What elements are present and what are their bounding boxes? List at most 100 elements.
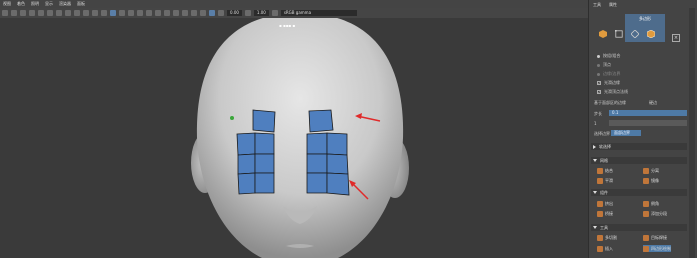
- soft-select-header[interactable]: 软选择: [591, 143, 687, 150]
- bevel-icon: [643, 200, 649, 207]
- option-edge-border[interactable]: 边缘/边界: [597, 71, 620, 77]
- pivot-marker: [230, 116, 234, 120]
- expand-icon: [593, 144, 596, 149]
- gamma-field[interactable]: 1.00: [253, 10, 269, 16]
- gamma-icon: [244, 10, 251, 16]
- component-section-header[interactable]: 组件: [591, 189, 687, 196]
- menu-item-panels[interactable]: 面板: [77, 1, 85, 7]
- bridge-icon: [597, 210, 603, 217]
- add-divisions-button[interactable]: 添加分段: [643, 210, 667, 217]
- collapse-icon: [593, 226, 597, 229]
- menu-item-show[interactable]: 显示: [45, 1, 53, 7]
- wireframe-on-shaded-icon[interactable]: [110, 10, 116, 16]
- step2-label: 1: [594, 121, 597, 126]
- gate-mask-icon[interactable]: [65, 10, 71, 16]
- xray-icon[interactable]: [191, 10, 197, 16]
- smooth-icon: [597, 177, 603, 184]
- insert-loop-icon: [597, 245, 603, 252]
- tab-attributes[interactable]: 属性: [609, 2, 617, 7]
- backface-culling-icon[interactable]: [209, 10, 215, 16]
- face-mode-icon[interactable]: [647, 30, 655, 38]
- collapse-icon: [593, 159, 597, 162]
- quad-draw-button[interactable]: 四边形绘制: [643, 245, 671, 252]
- wireframe-icon[interactable]: [92, 10, 98, 16]
- mirror-button[interactable]: 镜像: [643, 177, 659, 184]
- target-weld-button[interactable]: 目标焊接: [643, 234, 667, 241]
- collapse-icon: [593, 191, 597, 194]
- target-weld-icon: [643, 234, 649, 241]
- exposure-field[interactable]: 0.00: [227, 10, 242, 16]
- exposure-icon: [218, 10, 224, 16]
- step-label: 步长: [594, 111, 602, 116]
- multi-cut-button[interactable]: 多切割: [597, 234, 617, 241]
- viewport-hud-text: ▪ ▪▪▪ ▪: [279, 23, 296, 28]
- option-smooth-edge[interactable]: ✓ 光滑边缘: [597, 80, 620, 86]
- film-gate-icon[interactable]: [47, 10, 53, 16]
- extrude-button[interactable]: 挤出: [597, 200, 613, 207]
- motion-blur-icon[interactable]: [155, 10, 161, 16]
- color-space-select[interactable]: sRGB gamma: [280, 10, 357, 16]
- head-model: [191, 18, 409, 258]
- edge-mode-icon[interactable]: [631, 30, 639, 38]
- step2-field[interactable]: [609, 120, 687, 126]
- radio-icon: [597, 54, 600, 58]
- bridge-button[interactable]: 桥接: [597, 210, 613, 217]
- close-icon[interactable]: ×: [672, 34, 680, 42]
- smooth-button[interactable]: 平滑: [597, 177, 613, 184]
- 3d-viewport[interactable]: ▪ ▪▪▪ ▪: [0, 18, 588, 258]
- lights-icon[interactable]: [128, 10, 134, 16]
- menu-item-renderer[interactable]: 渲染器: [59, 1, 71, 7]
- tools-section-header[interactable]: 工具: [591, 224, 687, 231]
- color-management-icon[interactable]: [271, 10, 278, 16]
- vertex-mode-icon[interactable]: [615, 30, 623, 38]
- smooth-shade-icon[interactable]: [101, 10, 107, 16]
- textured-icon[interactable]: [119, 10, 125, 16]
- option-smooth-normals[interactable]: ✓ 光滑顶点法线: [597, 89, 628, 95]
- combine-button[interactable]: 结合: [597, 167, 613, 174]
- add-divisions-icon: [643, 210, 649, 217]
- step-field[interactable]: 0.1: [609, 110, 687, 116]
- separate-button[interactable]: 分离: [643, 167, 659, 174]
- image-plane-icon[interactable]: [29, 10, 35, 16]
- convert-value[interactable]: 硬边: [649, 100, 657, 106]
- object-mode-icon[interactable]: [599, 30, 607, 38]
- option-by-group[interactable]: 按组/组合: [597, 53, 620, 59]
- radio-icon: [597, 72, 600, 76]
- bookmark-icon[interactable]: [20, 10, 26, 16]
- modeling-toolkit-panel: 工具 属性 多边形 × 按组/组合 顶点 边缘/边界 ✓ 光滑边缘 ✓ 光滑顶点法线…: [588, 0, 697, 258]
- menu-item-lighting[interactable]: 照明: [31, 1, 39, 7]
- quad-draw-icon: [643, 245, 649, 252]
- menu-item-view[interactable]: 视图: [3, 1, 11, 7]
- grid-icon[interactable]: [38, 10, 44, 16]
- camera-icon[interactable]: [2, 10, 8, 16]
- depth-of-field-icon[interactable]: [173, 10, 179, 16]
- checkbox-icon: ✓: [597, 81, 601, 85]
- resolution-gate-icon[interactable]: [56, 10, 62, 16]
- selection-mode-shelf: 多边形 ×: [589, 8, 697, 46]
- isolate-select-icon[interactable]: [182, 10, 188, 16]
- menu-item-shading[interactable]: 着色: [17, 1, 25, 7]
- bevel-button[interactable]: 倒角: [643, 200, 659, 207]
- safe-action-icon[interactable]: [83, 10, 89, 16]
- shadows-icon[interactable]: [137, 10, 143, 16]
- pick-field[interactable]: 面部边界: [611, 130, 641, 136]
- mirror-icon: [643, 177, 649, 184]
- viewport-toolbar: 0.00 1.00 sRGB gamma: [0, 8, 588, 18]
- anti-alias-icon[interactable]: [164, 10, 170, 16]
- pick-label: 选择边界: [594, 131, 610, 136]
- insert-loop-button[interactable]: 插入: [597, 245, 613, 252]
- mesh-section-header[interactable]: 网格: [591, 157, 687, 164]
- tab-tools[interactable]: 工具: [593, 2, 601, 7]
- camera-attributes-icon[interactable]: [11, 10, 17, 16]
- multi-cut-icon: [597, 234, 603, 241]
- combine-icon: [597, 167, 603, 174]
- extrude-icon: [597, 200, 603, 207]
- checkbox-icon: ✓: [597, 90, 601, 94]
- ambient-occlusion-icon[interactable]: [146, 10, 152, 16]
- option-vertex[interactable]: 顶点: [597, 62, 611, 68]
- field-chart-icon[interactable]: [74, 10, 80, 16]
- xray-joints-icon[interactable]: [200, 10, 206, 16]
- separate-icon: [643, 167, 649, 174]
- panel-scrollbar[interactable]: [689, 8, 695, 258]
- radio-icon: [597, 63, 600, 67]
